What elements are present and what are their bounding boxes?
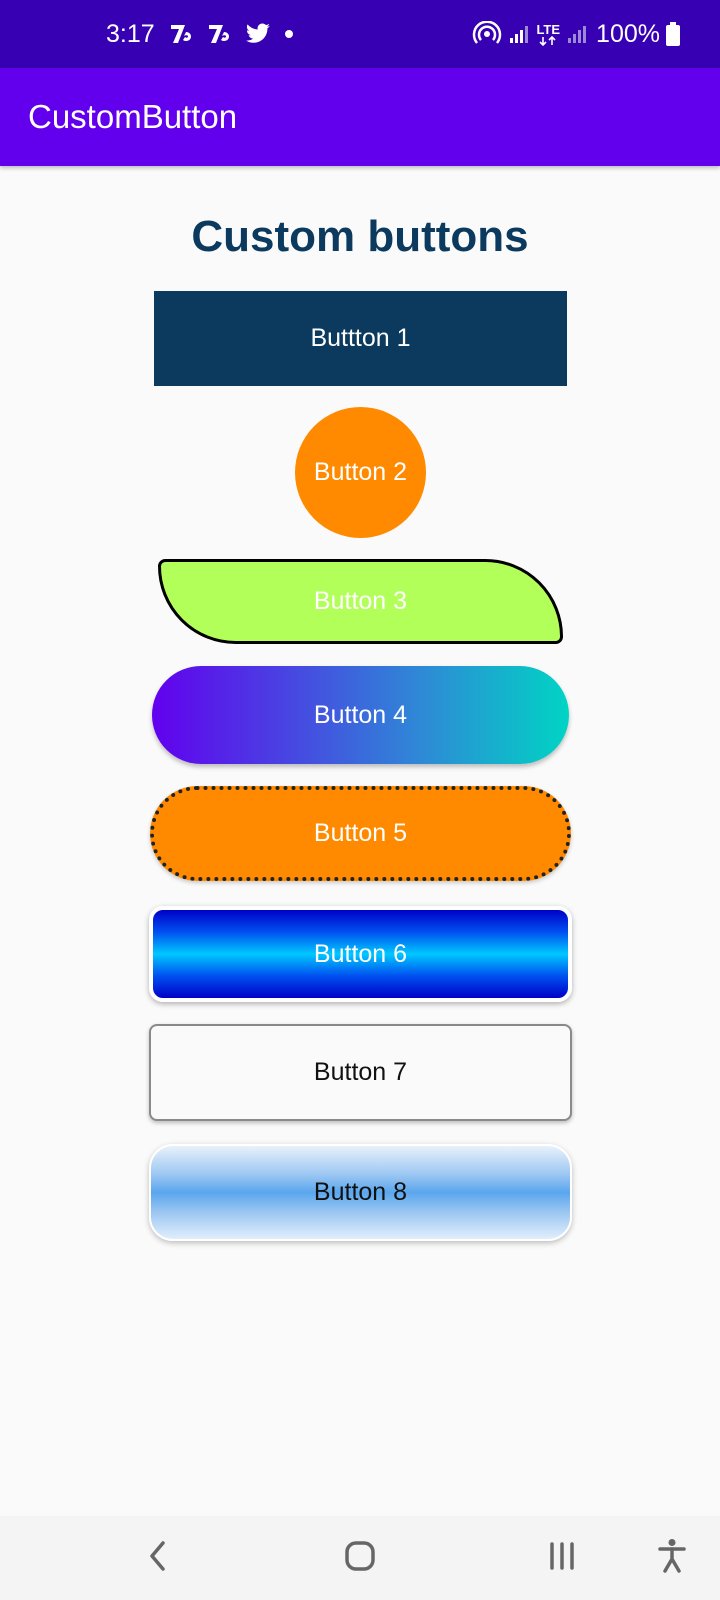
navigation-bar — [0, 1516, 720, 1600]
status-right: LTE 100% — [472, 0, 680, 68]
button-7[interactable]: Button 7 — [149, 1024, 572, 1121]
button-4[interactable]: Button 4 — [152, 666, 569, 764]
button-8[interactable]: Button 8 — [149, 1144, 572, 1241]
battery-icon — [666, 22, 680, 46]
recents-button[interactable] — [522, 1516, 602, 1600]
page-title: Custom buttons — [191, 212, 529, 261]
button-label: Button 4 — [313, 700, 408, 729]
button-3[interactable]: Button 3 — [158, 559, 563, 644]
signal-icon — [508, 23, 530, 45]
status-time: 3:17 — [106, 19, 155, 48]
app-title: CustomButton — [28, 98, 238, 135]
button-label: Button 6 — [313, 939, 408, 968]
signal-icon — [566, 23, 588, 45]
button-2[interactable]: Button 2 — [295, 407, 426, 538]
status-left: 3:17 — [106, 0, 297, 68]
recents-icon — [547, 1541, 577, 1575]
button-1[interactable]: Buttton 1 — [154, 291, 567, 386]
lte-label: LTE — [536, 21, 561, 37]
back-icon — [146, 1540, 170, 1577]
button-6[interactable]: Button 6 — [149, 906, 572, 1002]
button-label: Button 7 — [313, 1058, 408, 1086]
button-label: Button 5 — [313, 819, 408, 847]
button-label: Button 3 — [313, 587, 408, 615]
button-label: Buttton 1 — [310, 324, 411, 352]
home-icon — [344, 1540, 376, 1577]
hotspot-icon — [472, 21, 502, 47]
status-bar: 3:17 LTE 100% — [0, 0, 720, 68]
home-button[interactable] — [320, 1516, 400, 1600]
button-5[interactable]: Button 5 — [150, 786, 571, 881]
twitter-icon — [245, 23, 271, 45]
app-bar: CustomButton — [0, 68, 720, 166]
dot-icon — [281, 26, 297, 42]
back-button[interactable] — [118, 1516, 198, 1600]
notification-app-icon — [169, 22, 197, 46]
button-label: Button 2 — [313, 458, 408, 486]
battery-percent: 100% — [596, 19, 660, 48]
accessibility-icon — [657, 1538, 687, 1579]
accessibility-button[interactable] — [632, 1516, 712, 1600]
notification-app-icon — [207, 22, 235, 46]
lte-icon: LTE — [536, 23, 560, 46]
button-label: Button 8 — [313, 1178, 408, 1206]
